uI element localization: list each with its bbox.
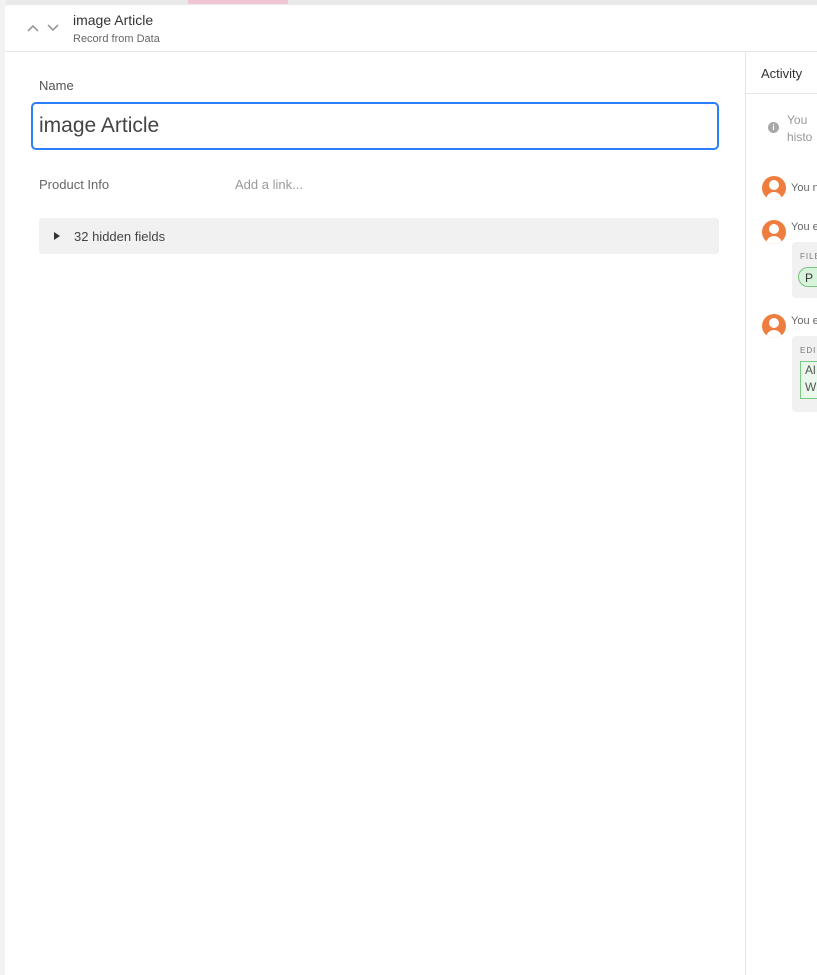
activity-title: Activity bbox=[746, 52, 817, 94]
avatar bbox=[762, 220, 786, 244]
activity-info-line-2: histo bbox=[787, 130, 813, 144]
activity-entry-text: You e bbox=[791, 221, 817, 233]
activity-entry-text: You n bbox=[791, 182, 817, 194]
chevron-down-icon bbox=[47, 24, 59, 32]
hidden-fields-label: 32 hidden fields bbox=[74, 228, 166, 244]
activity-change-card: EDI Al W bbox=[792, 336, 817, 412]
record-fields-panel: Name Product Info Add a link... 32 hidde… bbox=[5, 52, 745, 975]
activity-panel: Activity i You histo You n You e FILE P … bbox=[746, 52, 817, 975]
activity-entry-text: You e bbox=[791, 315, 817, 327]
next-record-button[interactable] bbox=[45, 20, 61, 36]
name-field-input[interactable] bbox=[31, 102, 719, 150]
name-field-label: Name bbox=[39, 78, 74, 93]
diff-line-2: W bbox=[805, 380, 817, 394]
caret-right-icon bbox=[54, 232, 60, 240]
attachment-pill[interactable]: P bbox=[798, 267, 817, 287]
activity-info-line-1: You bbox=[787, 113, 808, 127]
activity-info: i You histo bbox=[768, 112, 817, 146]
added-text-diff: Al W bbox=[800, 361, 817, 399]
record-header: image Article Record from Data bbox=[5, 5, 817, 52]
product-info-label: Product Info bbox=[39, 177, 110, 192]
avatar bbox=[762, 176, 786, 200]
background-app-highlight bbox=[188, 0, 288, 4]
activity-entry: You n bbox=[762, 176, 817, 200]
activity-entry: You e bbox=[762, 314, 817, 338]
record-navigation bbox=[25, 20, 61, 36]
record-table-name: Record from Data bbox=[73, 33, 160, 45]
record-detail-modal: image Article Record from Data Name Prod… bbox=[5, 5, 817, 975]
activity-entry: You e bbox=[762, 220, 817, 244]
add-link-button[interactable]: Add a link... bbox=[235, 177, 303, 192]
diff-line-1: Al bbox=[805, 363, 816, 377]
change-field-label: EDI bbox=[800, 346, 817, 355]
hidden-fields-toggle[interactable]: 32 hidden fields bbox=[39, 218, 719, 254]
avatar bbox=[762, 314, 786, 338]
info-icon: i bbox=[768, 122, 779, 133]
record-title: image Article bbox=[73, 12, 154, 28]
activity-info-text: You histo bbox=[787, 112, 817, 146]
activity-change-card: FILE P bbox=[792, 242, 817, 298]
record-title-block: image Article Record from Data bbox=[73, 11, 160, 46]
previous-record-button[interactable] bbox=[25, 20, 41, 36]
chevron-up-icon bbox=[27, 24, 39, 32]
change-field-label: FILE bbox=[800, 252, 817, 261]
